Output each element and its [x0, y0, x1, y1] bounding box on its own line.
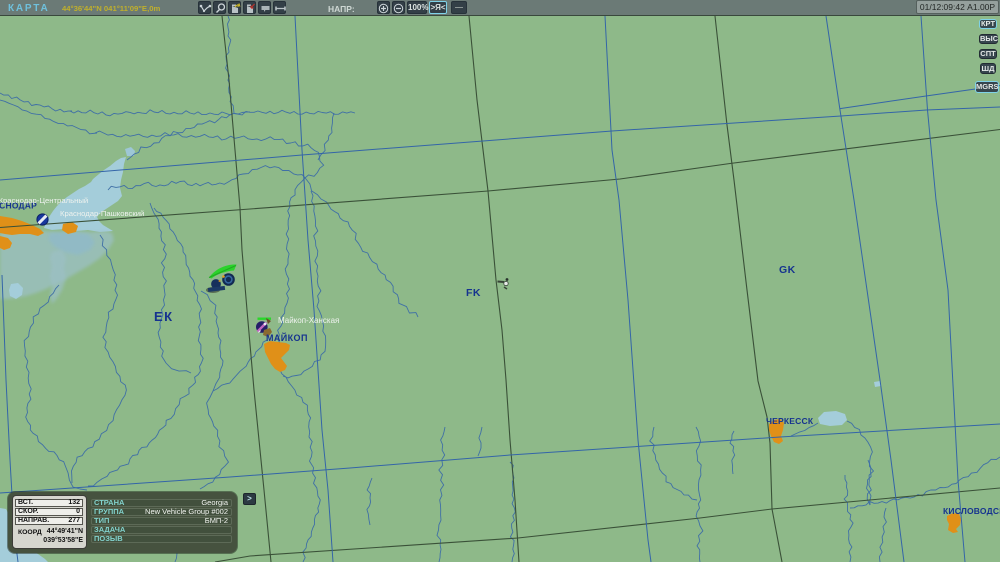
svg-text:Краснодар-Центральный: Краснодар-Центральный: [0, 196, 88, 205]
svg-text:КИСЛОВОДСК: КИСЛОВОДСК: [943, 506, 1000, 516]
svg-text:ЕК: ЕК: [154, 309, 174, 324]
svg-text:ЧЕРКЕССК: ЧЕРКЕССК: [766, 416, 814, 426]
svg-text:GK: GK: [779, 264, 796, 276]
svg-text:FK: FK: [466, 287, 481, 299]
svg-text:МАЙКОП: МАЙКОП: [266, 332, 308, 343]
svg-text:Майкоп-Ханская: Майкоп-Ханская: [278, 316, 339, 325]
svg-text:Краснодар-Пашковский: Краснодар-Пашковский: [60, 209, 144, 218]
